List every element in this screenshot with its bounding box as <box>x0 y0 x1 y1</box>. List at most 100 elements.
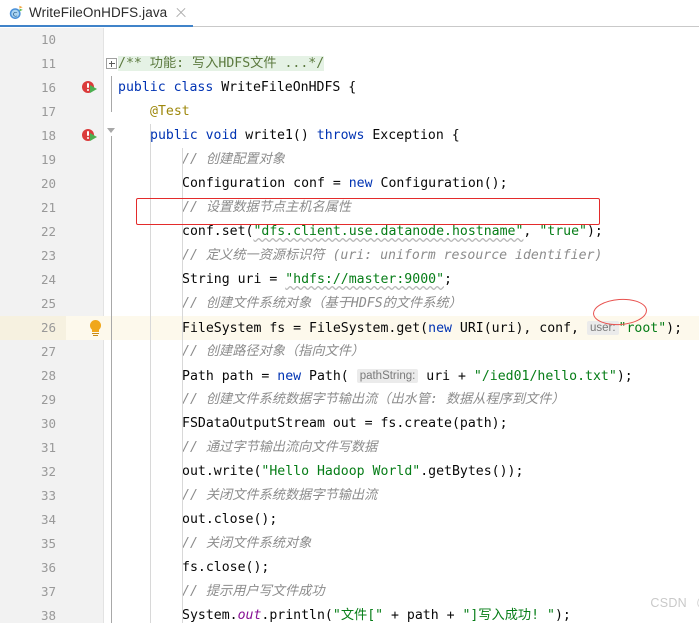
class-name: WriteFileOnHDFS { <box>213 80 357 95</box>
line-number: 20 <box>0 172 66 196</box>
code-line-22[interactable]: 22 conf.set("dfs.client.use.datanode.hos… <box>0 220 699 244</box>
code-line-36[interactable]: 36 fs.close(); <box>0 556 699 580</box>
string-literal-prefix: "文件[" <box>332 608 384 623</box>
code-line-16[interactable]: 16 public class WriteFileOnHDFS { <box>0 76 699 100</box>
code-line-32[interactable]: 32 out.write("Hello Hadoop World".getByt… <box>0 460 699 484</box>
code-line-17[interactable]: 17 @Test <box>0 100 699 124</box>
code-line-28[interactable]: 28 Path path = new Path( pathString: uri… <box>0 364 699 388</box>
editor-tab-writefileonhdfs[interactable]: C WriteFileOnHDFS.java <box>0 0 194 27</box>
keyword-new: new <box>277 369 302 384</box>
code-token: + path + <box>383 608 463 623</box>
code-line-21[interactable]: 21 // 设置数据节点主机名属性 <box>0 196 699 220</box>
code-token: ); <box>554 608 571 623</box>
line-comment: // 关闭文件系统对象 <box>182 536 312 551</box>
code-line-25[interactable]: 25 // 创建文件系统对象（基于HDFS的文件系统） <box>0 292 699 316</box>
line-comment: // 创建文件系统对象（基于HDFS的文件系统） <box>182 296 462 311</box>
throws-clause: Exception { <box>364 128 460 143</box>
code-line-34[interactable]: 34 out.close(); <box>0 508 699 532</box>
line-comment: // 关闭文件系统数据字节输出流 <box>182 488 378 503</box>
string-literal-property: "dfs.client.use.datanode.hostname" <box>253 224 524 239</box>
code-token: ); <box>666 321 683 336</box>
line-number: 25 <box>0 292 66 316</box>
fold-collapse-icon[interactable] <box>107 128 115 133</box>
code-line-19[interactable]: 19 // 创建配置对象 <box>0 148 699 172</box>
indent-guide <box>182 148 183 623</box>
code-line-11[interactable]: 11 /** 功能: 写入HDFS文件 ...*/ <box>0 52 699 76</box>
line-comment: // 提示用户写文件成功 <box>182 584 325 599</box>
code-token: conf.set( <box>182 224 254 239</box>
line-number: 23 <box>0 244 66 268</box>
code-line-31[interactable]: 31 // 通过字节输出流向文件写数据 <box>0 436 699 460</box>
line-number: 10 <box>0 28 66 52</box>
code-line-29[interactable]: 29 // 创建文件系统数据字节输出流（出水管: 数据从程序到文件） <box>0 388 699 412</box>
run-test-icon[interactable] <box>82 128 98 144</box>
code-token: URI(uri), conf, <box>451 321 587 336</box>
code-line-35[interactable]: 35 // 关闭文件系统对象 <box>0 532 699 556</box>
line-number: 38 <box>0 604 66 623</box>
line-comment: // 创建路径对象（指向文件） <box>182 344 365 359</box>
line-comment: // 创建文件系统数据字节输出流（出水管: 数据从程序到文件） <box>182 392 565 407</box>
code-editor[interactable]: 10 11 /** 功能: 写入HDFS文件 ...*/ 16 public c… <box>0 28 699 623</box>
line-number: 28 <box>0 364 66 388</box>
keyword-new: new <box>348 176 373 191</box>
close-icon[interactable] <box>175 7 187 19</box>
line-comment: // 创建配置对象 <box>182 152 285 167</box>
line-comment: // 定义统一资源标识符 (uri: uniform resource iden… <box>182 248 603 263</box>
string-literal-hello: "Hello Hadoop World" <box>261 464 421 479</box>
line-number: 17 <box>0 100 66 124</box>
code-line-24[interactable]: 24 String uri = "hdfs://master:9000"; <box>0 268 699 292</box>
keyword-public: public <box>150 128 198 143</box>
string-literal-uri: "hdfs://master:9000" <box>285 272 445 287</box>
annotation-test: @Test <box>150 104 190 119</box>
line-number: 37 <box>0 580 66 604</box>
string-literal-path: "/ied01/hello.txt" <box>473 369 617 384</box>
code-token: Configuration(); <box>372 176 508 191</box>
keyword-public: public <box>118 80 166 95</box>
javadoc-comment: /** 功能: 写入HDFS文件 ...*/ <box>118 56 325 71</box>
code-token: System. <box>182 608 238 623</box>
line-number: 24 <box>0 268 66 292</box>
line-number: 34 <box>0 508 66 532</box>
code-token: .getBytes()); <box>420 464 524 479</box>
fold-region-line <box>111 136 112 623</box>
run-test-icon[interactable] <box>82 80 98 96</box>
fold-expand-icon[interactable] <box>106 58 117 69</box>
lightbulb-icon[interactable] <box>88 319 102 337</box>
method-signature: write1() <box>237 128 317 143</box>
code-line-20[interactable]: 20 Configuration conf = new Configuratio… <box>0 172 699 196</box>
indent-guide <box>150 124 151 623</box>
keyword-new: new <box>428 321 452 336</box>
string-literal-true: "true" <box>539 224 587 239</box>
line-number: 35 <box>0 532 66 556</box>
code-token: FileSystem fs = FileSystem.get( <box>182 321 429 336</box>
line-number: 18 <box>0 124 66 148</box>
code-token: fs.close(); <box>182 560 270 575</box>
code-token: String uri = <box>182 272 286 287</box>
code-line-37[interactable]: 37 // 提示用户写文件成功 <box>0 580 699 604</box>
code-line-27[interactable]: 27 // 创建路径对象（指向文件） <box>0 340 699 364</box>
string-literal-suffix: "]写入成功! " <box>462 608 555 623</box>
code-line-33[interactable]: 33 // 关闭文件系统数据字节输出流 <box>0 484 699 508</box>
watermark-text: CSDN <box>650 596 687 610</box>
code-line-10[interactable]: 10 <box>0 28 699 52</box>
line-number: 27 <box>0 340 66 364</box>
code-line-18[interactable]: 18 public void write1() throws Exception… <box>0 124 699 148</box>
line-number: 36 <box>0 556 66 580</box>
editor-tab-label: WriteFileOnHDFS.java <box>29 5 168 20</box>
line-number: 19 <box>0 148 66 172</box>
code-line-26[interactable]: 26 FileSystem fs = FileSystem.get(new UR… <box>0 316 699 340</box>
keyword-void: void <box>205 128 238 143</box>
ide-window: C WriteFileOnHDFS.java 10 11 /** 功能: 写入H… <box>0 0 699 623</box>
code-token: .println( <box>261 608 333 623</box>
code-token: Configuration conf = <box>182 176 349 191</box>
code-line-23[interactable]: 23 // 定义统一资源标识符 (uri: uniform resource i… <box>0 244 699 268</box>
line-comment: // 通过字节输出流向文件写数据 <box>182 440 378 455</box>
line-number: 32 <box>0 460 66 484</box>
string-literal-root: "root" <box>618 321 667 336</box>
parameter-hint-user: user: <box>586 321 619 335</box>
code-line-30[interactable]: 30 FSDataOutputStream out = fs.create(pa… <box>0 412 699 436</box>
code-line-38[interactable]: 38 System.out.println("文件[" + path + "]写… <box>0 604 699 623</box>
line-number: 33 <box>0 484 66 508</box>
code-token: out.close(); <box>182 512 278 527</box>
keyword-throws: throws <box>316 128 365 143</box>
